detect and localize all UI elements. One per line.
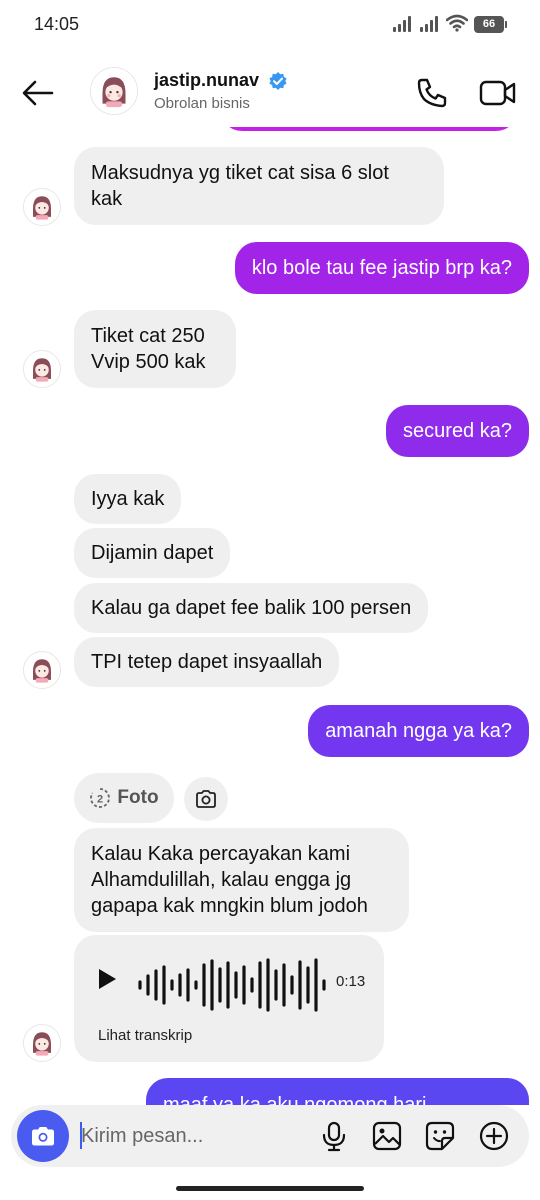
camera-reply-button[interactable] [184,777,228,821]
verified-badge-icon [269,72,287,90]
message-text: amanah ngga ya ka? [325,720,512,742]
voice-duration: 0:13 [336,973,366,990]
message-bubble-incoming[interactable]: Kalau ga dapet fee balik 100 persen [74,583,429,633]
message-input[interactable] [81,1119,301,1153]
message-list[interactable]: Maksudnya yg tiket cat sisa 6 slot kak k… [0,127,540,1105]
message-text: Tiket cat 250 [91,325,205,347]
contact-name[interactable]: jastip.nunav [154,70,259,91]
message-text: Alhamdulillah, kalau engga jg [91,869,352,891]
message-text: Iyya kak [91,488,165,510]
message-bubble-outgoing-partial [220,127,518,131]
message-text: Dijamin dapet [91,542,214,564]
avatar[interactable] [23,651,61,689]
view-once-count: 2 [97,794,103,806]
message-bubble-incoming[interactable]: TPI tetep dapet insyaallah [74,637,340,687]
back-arrow-icon[interactable] [20,75,56,111]
photo-label: Foto [117,787,159,808]
phone-call-icon[interactable] [414,75,450,111]
avatar[interactable] [90,67,138,115]
avatar[interactable] [23,188,61,226]
play-icon[interactable] [96,967,118,991]
view-transcript-link[interactable]: Lihat transkrip [98,1027,192,1044]
message-bubble-incoming[interactable]: Dijamin dapet [74,528,231,578]
message-text: kak [91,188,123,210]
camera-button[interactable] [17,1110,69,1162]
message-bubble-outgoing[interactable]: secured ka? [386,405,529,457]
sticker-icon[interactable] [423,1119,457,1153]
message-bubble-incoming[interactable]: Kalau Kaka percayakan kami Alhamdulillah… [74,828,409,932]
message-text: TPI tetep dapet insyaallah [91,651,323,673]
message-bubble-outgoing[interactable]: klo bole tau fee jastip brp ka? [234,242,529,294]
message-composer [11,1105,529,1167]
message-bubble-outgoing[interactable]: maaf ya ka aku ngomong hari [146,1078,529,1105]
chat-header: jastip.nunav Obrolan bisnis [0,55,540,127]
message-bubble-incoming[interactable]: Maksudnya yg tiket cat sisa 6 slot kak [74,147,444,225]
video-call-icon[interactable] [478,75,518,111]
wifi-icon [446,14,468,32]
signal-icon [393,16,413,32]
avatar[interactable] [23,1024,61,1062]
add-icon[interactable] [477,1119,511,1153]
status-time: 14:05 [34,14,80,34]
contact-subtitle: Obrolan bisnis [154,95,250,112]
message-bubble-incoming[interactable]: Iyya kak [74,474,182,524]
message-text: Vvip 500 kak [91,351,206,373]
status-bar: 14:05 66 [0,0,540,50]
camera-icon [32,1127,54,1146]
view-once-photo[interactable]: 2 Foto [74,773,174,823]
message-text: klo bole tau fee jastip brp ka? [251,257,512,279]
view-once-icon: 2 [90,788,111,808]
message-text: secured ka? [403,420,512,442]
camera-icon [196,790,216,808]
message-text: Kalau Kaka percayakan kami [91,843,351,865]
battery-indicator: 66 [474,16,507,33]
message-bubble-incoming[interactable]: Tiket cat 250 Vvip 500 kak [74,310,236,388]
voice-message[interactable]: 0:13 Lihat transkrip [74,935,384,1062]
message-text: gapapa kak mngkin blum jodoh [91,895,368,917]
signal-icon [420,16,440,32]
message-bubble-outgoing[interactable]: amanah ngga ya ka? [308,705,529,757]
microphone-icon[interactable] [317,1119,351,1153]
avatar[interactable] [23,350,61,388]
gallery-icon[interactable] [370,1119,404,1153]
message-text: maaf ya ka aku ngomong hari [163,1094,427,1105]
message-text: Kalau ga dapet fee balik 100 persen [91,597,412,619]
home-indicator[interactable] [176,1186,364,1191]
message-text: Maksudnya yg tiket cat sisa 6 slot [91,162,389,184]
